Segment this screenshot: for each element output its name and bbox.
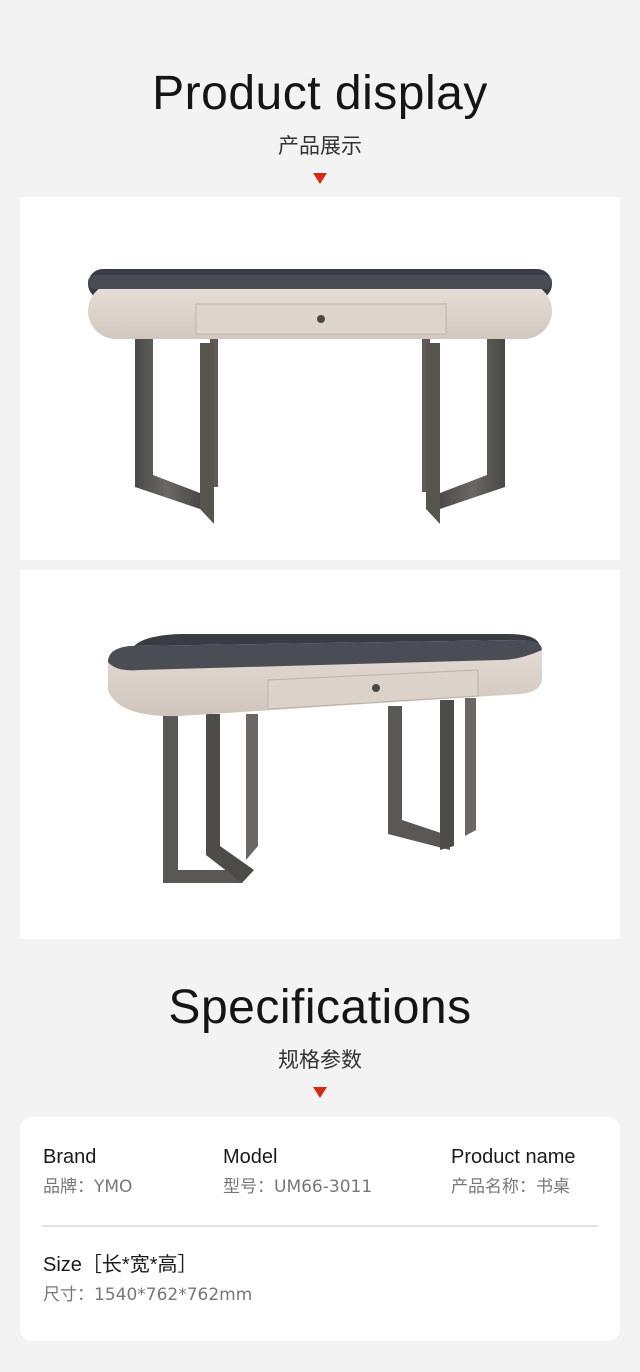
spec-brand: Brand 品牌：YMO — [43, 1147, 132, 1196]
spec-divider — [42, 1225, 598, 1227]
spec-value: 品牌：YMO — [43, 1177, 133, 1197]
spec-value: 型号：UM66-3011 — [223, 1177, 373, 1197]
section-title: Specifications — [168, 981, 472, 1034]
section-subtitle: 规格参数 — [278, 1048, 362, 1072]
section-subtitle: 产品展示 — [278, 134, 362, 158]
desk-angle-illustration — [108, 634, 542, 883]
product-display-header: Product display 产品展示 — [0, 70, 640, 184]
spec-value: 产品名称：书桌 — [451, 1177, 570, 1197]
spec-label: Product name — [451, 1146, 576, 1168]
product-image-angle — [20, 570, 620, 939]
spec-product-name: Product name 产品名称：书桌 — [451, 1147, 576, 1196]
specifications-card: Brand 品牌：YMO Model 型号：UM66-3011 Product … — [20, 1117, 620, 1341]
down-arrow-icon — [313, 1087, 327, 1098]
spec-size: Size［长*宽*高］ 尺寸：1540*762*762mm — [43, 1255, 252, 1304]
down-arrow-icon — [313, 173, 327, 184]
desk-front-illustration — [88, 269, 552, 524]
spec-model: Model 型号：UM66-3011 — [223, 1147, 372, 1196]
spec-value: 尺寸：1540*762*762mm — [43, 1285, 253, 1305]
product-image-front — [20, 197, 620, 560]
specifications-header: Specifications 规格参数 — [0, 984, 640, 1098]
section-title: Product display — [152, 67, 488, 120]
spec-label: Size［长*宽*高］ — [43, 1254, 198, 1276]
spec-label: Model — [223, 1146, 278, 1168]
spec-label: Brand — [43, 1146, 97, 1168]
